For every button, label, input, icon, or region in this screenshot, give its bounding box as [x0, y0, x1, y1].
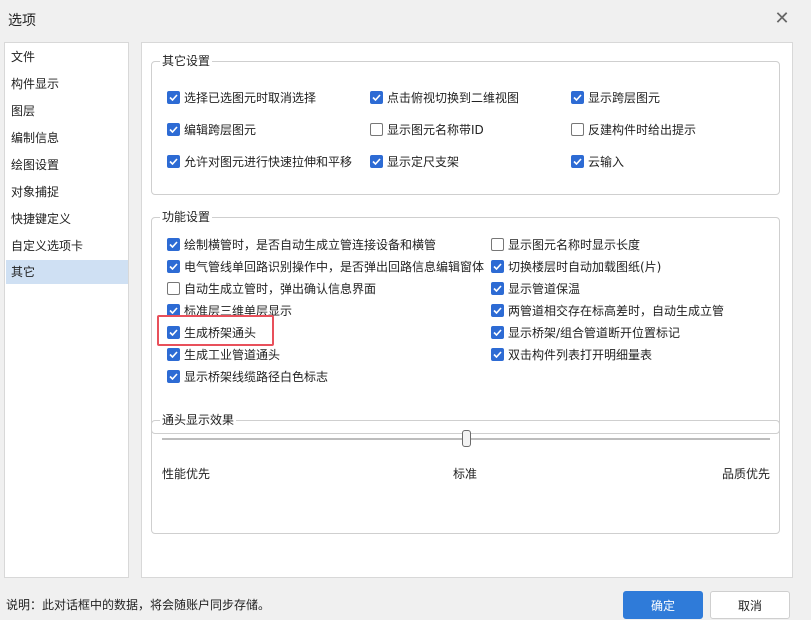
option-fixed-support[interactable]: 显示定尺支架 — [370, 152, 459, 170]
sidebar-item-label: 其它 — [11, 265, 36, 279]
sidebar-item-drawing-settings[interactable]: 绘图设置 — [6, 153, 128, 177]
option-show-break-marks[interactable]: 显示桥架/组合管道断开位置标记 — [491, 323, 680, 341]
option-riser-confirm-popup[interactable]: 自动生成立管时，弹出确认信息界面 — [167, 279, 376, 297]
option-reverse-build-prompt[interactable]: 反建构件时给出提示 — [571, 120, 696, 138]
tee-display-group: 通头显示效果 性能优先 标准 品质优先 — [151, 412, 780, 534]
sidebar-item-label: 快捷键定义 — [11, 212, 72, 226]
slider-label-quality: 品质优先 — [722, 467, 771, 481]
option-show-name-length[interactable]: 显示图元名称时显示长度 — [491, 235, 640, 253]
option-label: 显示桥架线缆路径白色标志 — [184, 369, 329, 384]
checkbox[interactable] — [491, 237, 504, 251]
sidebar-item-component-display[interactable]: 构件显示 — [6, 72, 128, 96]
option-deselect-on-select[interactable]: 选择已选图元时取消选择 — [167, 88, 316, 106]
option-label: 绘制横管时，是否自动生成立管连接设备和横管 — [184, 237, 437, 252]
tee-display-title: 通头显示效果 — [160, 412, 237, 428]
option-label: 显示定尺支架 — [387, 154, 460, 169]
sidebar-item-label: 构件显示 — [11, 77, 60, 91]
checkbox[interactable] — [491, 347, 504, 361]
option-label: 编辑跨层图元 — [184, 122, 257, 137]
sidebar-item-label: 编制信息 — [11, 131, 60, 145]
close-icon[interactable]: ✕ — [772, 9, 792, 29]
option-dblclick-detail-table[interactable]: 双击构件列表打开明细量表 — [491, 345, 652, 363]
option-label: 显示桥架/组合管道断开位置标记 — [508, 325, 681, 340]
other-settings-title: 其它设置 — [160, 53, 213, 69]
sidebar: 文件 构件显示 图层 编制信息 绘图设置 对象捕捉 快捷键定义 自定义选项卡 其… — [4, 42, 129, 578]
option-label: 双击构件列表打开明细量表 — [508, 347, 653, 362]
sidebar-item-label: 自定义选项卡 — [11, 239, 84, 253]
dialog-title: 选项 — [8, 13, 36, 29]
option-label: 反建构件时给出提示 — [588, 122, 697, 137]
option-auto-riser-connect[interactable]: 绘制横管时，是否自动生成立管连接设备和横管 — [167, 235, 436, 253]
checkbox[interactable] — [167, 281, 180, 295]
option-generate-industrial-pipe-tee[interactable]: 生成工业管道通头 — [167, 345, 280, 363]
cancel-button[interactable]: 取消 — [710, 591, 790, 619]
checkbox[interactable] — [167, 122, 180, 136]
checkbox[interactable] — [370, 90, 383, 104]
checkbox[interactable] — [167, 154, 180, 168]
annotation-highlight — [157, 315, 274, 346]
option-show-name-id[interactable]: 显示图元名称带ID — [370, 120, 484, 138]
checkbox[interactable] — [167, 347, 180, 361]
sidebar-item-custom-tabs[interactable]: 自定义选项卡 — [6, 234, 128, 258]
checkbox[interactable] — [491, 281, 504, 295]
option-edit-cross-layer[interactable]: 编辑跨层图元 — [167, 120, 256, 138]
option-label: 显示管道保温 — [508, 281, 581, 296]
checkbox[interactable] — [167, 237, 180, 251]
option-show-cross-layer[interactable]: 显示跨层图元 — [571, 88, 660, 106]
option-label: 切换楼层时自动加载图纸(片) — [508, 259, 662, 274]
ok-button[interactable]: 确定 — [623, 591, 703, 619]
other-settings-group: 其它设置 选择已选图元时取消选择 点击俯视切换到二维视图 显示跨层图元 编辑跨层… — [151, 53, 780, 195]
sidebar-item-object-snap[interactable]: 对象捕捉 — [6, 180, 128, 204]
title-bar: 选项 ✕ — [0, 0, 811, 40]
option-label: 显示跨层图元 — [588, 90, 661, 105]
option-auto-riser-elevation[interactable]: 两管道相交存在标高差时，自动生成立管 — [491, 301, 724, 319]
checkbox[interactable] — [491, 325, 504, 339]
option-quick-stretch[interactable]: 允许对图元进行快速拉伸和平移 — [167, 152, 352, 170]
option-label: 点击俯视切换到二维视图 — [387, 90, 520, 105]
option-auto-load-drawings[interactable]: 切换楼层时自动加载图纸(片) — [491, 257, 661, 275]
slider-label-performance: 性能优先 — [162, 467, 211, 481]
option-label: 显示图元名称带ID — [387, 122, 484, 137]
sidebar-item-compile-info[interactable]: 编制信息 — [6, 126, 128, 150]
option-label: 自动生成立管时，弹出确认信息界面 — [184, 281, 377, 296]
slider-label-standard: 标准 — [453, 467, 478, 481]
checkbox[interactable] — [571, 90, 584, 104]
checkbox[interactable] — [167, 90, 180, 104]
sidebar-item-layers[interactable]: 图层 — [6, 99, 128, 123]
option-circuit-info-popup[interactable]: 电气管线单回路识别操作中，是否弹出回路信息编辑窗体 — [167, 257, 484, 275]
option-label: 允许对图元进行快速拉伸和平移 — [184, 154, 353, 169]
option-label: 两管道相交存在标高差时，自动生成立管 — [508, 303, 725, 318]
sidebar-item-label: 图层 — [11, 104, 36, 118]
option-label: 电气管线单回路识别操作中，是否弹出回路信息编辑窗体 — [184, 259, 485, 274]
option-top-view-2d[interactable]: 点击俯视切换到二维视图 — [370, 88, 519, 106]
checkbox[interactable] — [370, 154, 383, 168]
checkbox[interactable] — [167, 369, 180, 383]
main-panel: 其它设置 选择已选图元时取消选择 点击俯视切换到二维视图 显示跨层图元 编辑跨层… — [141, 42, 793, 578]
sidebar-item-label: 对象捕捉 — [11, 185, 60, 199]
option-label: 显示图元名称时显示长度 — [508, 237, 641, 252]
sidebar-item-file[interactable]: 文件 — [6, 45, 128, 69]
sidebar-item-shortcut-keys[interactable]: 快捷键定义 — [6, 207, 128, 231]
option-show-pipe-insulation[interactable]: 显示管道保温 — [491, 279, 580, 297]
checkbox[interactable] — [571, 154, 584, 168]
option-label: 生成工业管道通头 — [184, 347, 281, 362]
checkbox[interactable] — [370, 122, 383, 136]
option-label: 选择已选图元时取消选择 — [184, 90, 317, 105]
checkbox[interactable] — [571, 122, 584, 136]
function-settings-title: 功能设置 — [160, 209, 213, 225]
checkbox[interactable] — [491, 303, 504, 317]
checkbox[interactable] — [167, 259, 180, 273]
option-cloud-input[interactable]: 云输入 — [571, 152, 624, 170]
checkbox[interactable] — [491, 259, 504, 273]
function-settings-group: 功能设置 绘制横管时，是否自动生成立管连接设备和横管 电气管线单回路识别操作中，… — [151, 209, 780, 434]
sidebar-item-label: 绘图设置 — [11, 158, 60, 172]
sidebar-item-other[interactable]: 其它 — [6, 260, 128, 284]
quality-slider-thumb[interactable] — [461, 430, 471, 447]
footer-note: 说明：此对话框中的数据，将会随账户同步存储。 — [6, 598, 271, 612]
option-label: 云输入 — [588, 154, 625, 169]
option-cable-path-white-mark[interactable]: 显示桥架线缆路径白色标志 — [167, 367, 328, 385]
sidebar-item-label: 文件 — [11, 50, 36, 64]
